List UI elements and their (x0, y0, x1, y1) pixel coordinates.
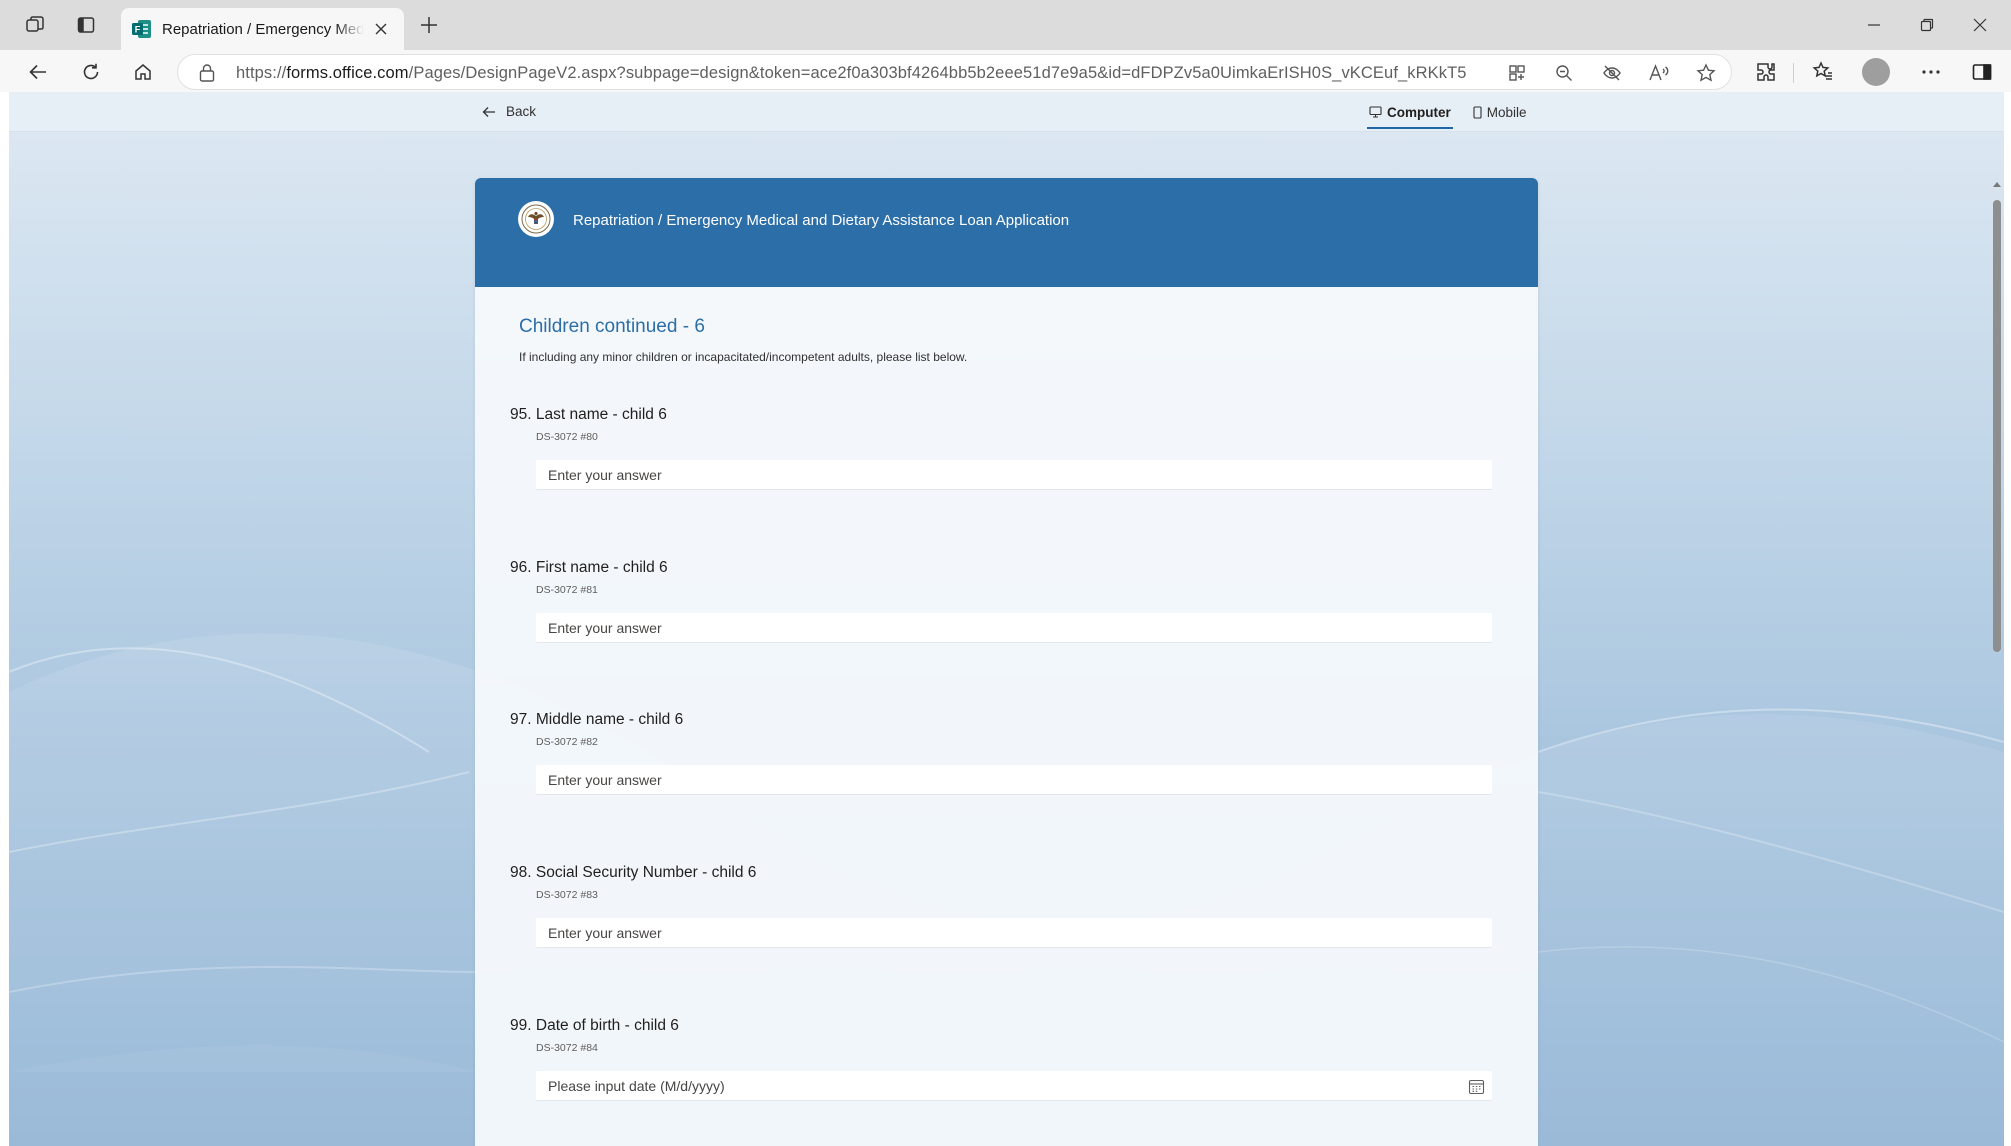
question-subtitle: DS-3072 #80 (536, 431, 598, 443)
question-label: 99. Date of birth - child 6 (510, 1017, 679, 1034)
restore-icon[interactable] (1913, 12, 1941, 38)
app-available-icon[interactable] (1506, 62, 1528, 84)
back-label: Back (506, 104, 537, 119)
page-scrollbar[interactable] (1990, 180, 2004, 1146)
profile-avatar[interactable] (1862, 58, 1890, 86)
page-viewport: Back Computer Mobile Repatriation / Emer… (9, 92, 2004, 1146)
workspaces-icon[interactable] (22, 12, 48, 38)
form-title: Repatriation / Emergency Medical and Die… (573, 212, 1070, 229)
sidebar-toggle-icon[interactable] (1968, 58, 1996, 86)
question-97: 97. Middle name - child 6 DS-3072 #82 (510, 711, 1510, 795)
question-subtitle: DS-3072 #84 (536, 1042, 598, 1054)
question-99: 99. Date of birth - child 6 DS-3072 #84 (510, 1017, 1510, 1101)
back-arrow-icon[interactable] (23, 57, 53, 87)
favorite-star-icon[interactable] (1695, 62, 1717, 84)
question-label: 97. Middle name - child 6 (510, 711, 684, 728)
last-name-child-6-input[interactable] (536, 460, 1492, 490)
calendar-icon[interactable] (1468, 1078, 1485, 1095)
close-tab-icon[interactable] (370, 18, 392, 40)
preview-mode-tabs: Computer Mobile (1367, 92, 1547, 132)
computer-icon (1369, 106, 1382, 118)
forms-favicon-icon: F (132, 20, 151, 38)
more-options-icon[interactable] (1917, 58, 1945, 86)
tracking-prevention-icon[interactable] (1601, 62, 1623, 84)
svg-text:F: F (135, 25, 141, 35)
url-text[interactable]: https://forms.office.com/Pages/DesignPag… (236, 64, 1466, 83)
address-bar[interactable]: https://forms.office.com/Pages/DesignPag… (177, 54, 1732, 90)
tab-mobile[interactable]: Mobile (1471, 92, 1529, 132)
section-title: Children continued - 6 (519, 316, 705, 337)
refresh-icon[interactable] (76, 57, 106, 87)
toolbar-separator (1793, 63, 1794, 83)
question-95: 95. Last name - child 6 DS-3072 #80 (510, 406, 1510, 490)
tab-title: Repatriation / Emergency Medical and Die… (162, 20, 364, 38)
close-window-icon[interactable] (1966, 12, 1994, 38)
first-name-child-6-input[interactable] (536, 613, 1492, 643)
form-card: Repatriation / Emergency Medical and Die… (475, 178, 1538, 1146)
tab-actions-icon[interactable] (73, 12, 99, 38)
new-tab-icon[interactable] (416, 12, 442, 38)
mobile-icon (1473, 105, 1482, 119)
tab-computer[interactable]: Computer (1367, 92, 1453, 132)
browser-toolbar: https://forms.office.com/Pages/DesignPag… (0, 50, 2011, 92)
question-label: 98. Social Security Number - child 6 (510, 864, 757, 881)
back-arrow-icon (482, 106, 495, 117)
question-96: 96. First name - child 6 DS-3072 #81 (510, 559, 1510, 643)
question-subtitle: DS-3072 #83 (536, 889, 598, 901)
read-aloud-icon[interactable] (1648, 62, 1670, 84)
question-subtitle: DS-3072 #81 (536, 584, 598, 596)
designer-top-bar: Back Computer Mobile (9, 92, 2004, 132)
question-label: 95. Last name - child 6 (510, 406, 667, 423)
browser-tab-bar: F Repatriation / Emergency Medical and D… (0, 0, 2011, 50)
date-of-birth-child-6-input[interactable] (536, 1071, 1492, 1101)
home-icon[interactable] (128, 57, 158, 87)
section-description: If including any minor children or incap… (519, 350, 968, 364)
back-button[interactable]: Back (482, 104, 536, 119)
question-subtitle: DS-3072 #82 (536, 736, 598, 748)
question-label: 96. First name - child 6 (510, 559, 668, 576)
question-98: 98. Social Security Number - child 6 DS-… (510, 864, 1510, 948)
lock-icon[interactable] (198, 63, 216, 83)
zoom-out-icon[interactable] (1553, 62, 1575, 84)
tab-mobile-label: Mobile (1486, 104, 1527, 120)
scrollbar-thumb[interactable] (1993, 200, 2001, 652)
seal-logo-icon (518, 201, 554, 237)
extensions-icon[interactable] (1752, 58, 1780, 86)
favorites-icon[interactable] (1809, 58, 1837, 86)
middle-name-child-6-input[interactable] (536, 765, 1492, 795)
tab-computer-label: Computer (1387, 104, 1451, 120)
scroll-up-arrow-icon[interactable] (1993, 180, 2001, 188)
form-header: Repatriation / Emergency Medical and Die… (475, 178, 1538, 287)
ssn-child-6-input[interactable] (536, 918, 1492, 948)
active-tab[interactable]: F Repatriation / Emergency Medical and D… (121, 8, 404, 50)
minimize-icon[interactable] (1860, 12, 1888, 38)
